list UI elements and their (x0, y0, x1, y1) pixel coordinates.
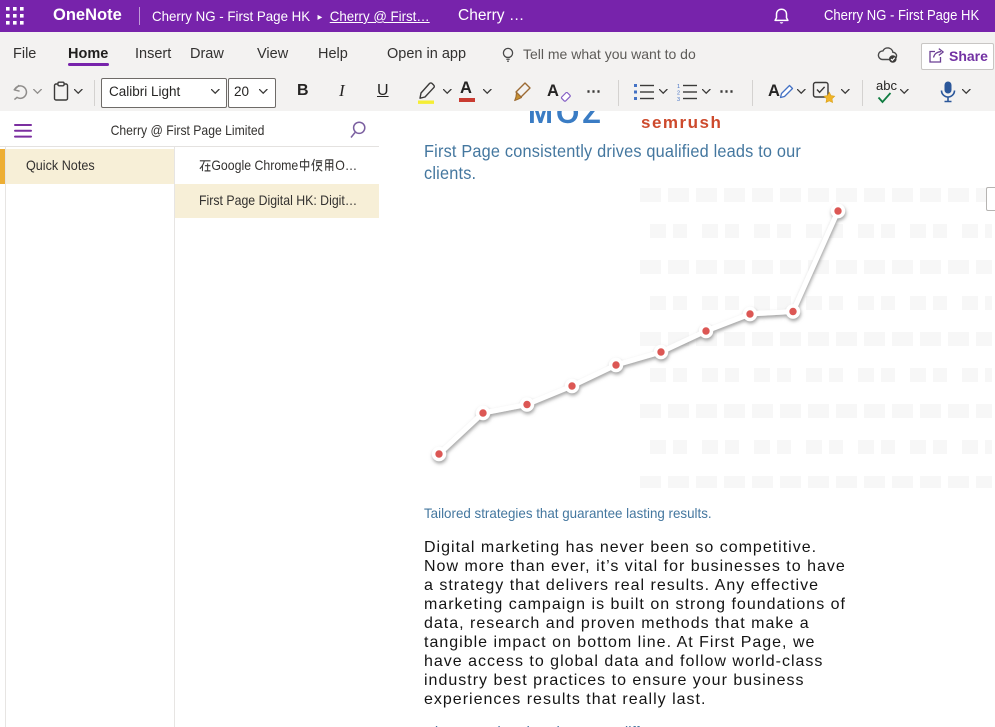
svg-text:2: 2 (677, 91, 680, 97)
svg-text:3: 3 (677, 97, 680, 101)
svg-text:1: 1 (677, 84, 680, 90)
